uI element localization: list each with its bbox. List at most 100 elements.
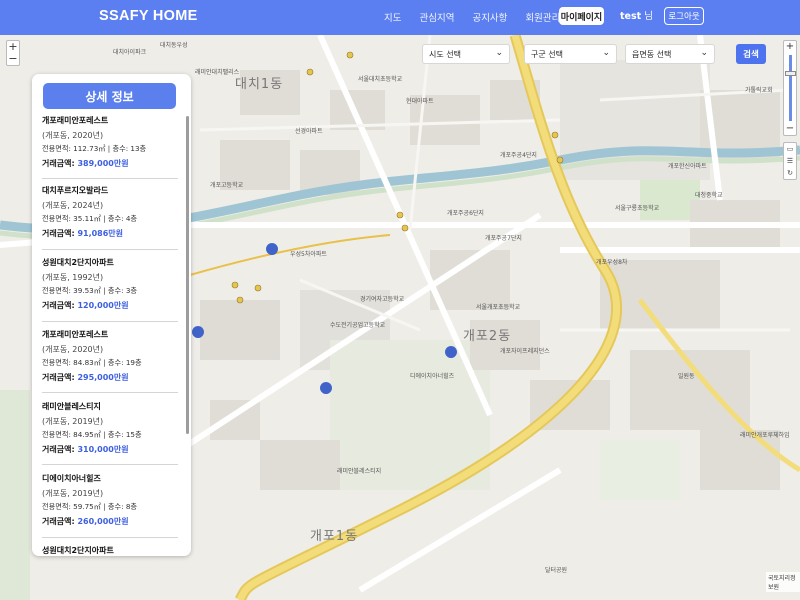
map-place-label: 일원동 [678, 373, 695, 380]
map-place-label: 가톨릭교회 [745, 87, 773, 94]
map-zoom-control: + − [6, 40, 20, 66]
apt-name: 디에이치아너힐즈 [42, 474, 101, 483]
divider [42, 537, 178, 538]
zoom-in-icon[interactable]: + [784, 41, 796, 53]
chevron-down-icon: ⌄ [602, 48, 610, 58]
dong-select[interactable]: 읍면동 선택 ⌄ [625, 44, 715, 64]
zoom-slider[interactable]: + − [783, 40, 797, 136]
apt-name: 개포래미안포레스트 [42, 330, 109, 339]
detail-panel: 상세 정보 개포래미안포레스트 (개포동, 2020년) 전용면적: 112.7… [32, 74, 191, 556]
apt-name: 개포래미안포레스트 [42, 116, 109, 125]
dong-label: 개포1동 [310, 529, 359, 544]
map-place-label: 래미안블레스티지 [337, 468, 382, 475]
logout-button[interactable]: 로그아웃 [664, 7, 704, 25]
divider [42, 464, 178, 465]
price-label: 거래금액: [42, 301, 78, 310]
gugun-select-value: 구군 선택 [531, 49, 563, 59]
panel-title: 상세 정보 [43, 83, 176, 109]
map-place-label: 서울구룡초등학교 [615, 205, 660, 212]
map-place-label: 우성5차아파트 [290, 251, 327, 258]
apt-spec: 전용면적: 59.75㎡ | 층수: 8층 [42, 502, 138, 511]
top-navbar: SSAFY HOME 지도 관심지역 공지사항 회원관리 마이페이지 test … [0, 0, 800, 35]
nav-link-interest[interactable]: 관심지역 [419, 10, 454, 24]
map-place-label: 개포자이프레지던스 [500, 348, 550, 355]
brand-logo[interactable]: SSAFY HOME [99, 8, 198, 24]
search-button[interactable]: 검색 [736, 44, 766, 64]
map-copyright: 국토지리정보원 [766, 572, 800, 592]
deal-list: 개포래미안포레스트 (개포동, 2020년) 전용면적: 112.73㎡ | 층… [32, 112, 191, 556]
sido-select[interactable]: 시도 선택 ⌄ [422, 44, 510, 64]
zoom-track [789, 55, 792, 121]
apt-price: 거래금액: 260,000만원 [42, 516, 178, 528]
apt-name: 래미안블레스티지 [42, 402, 101, 411]
zoom-out-icon[interactable]: − [784, 123, 796, 135]
apt-name: 성원대치2단지아파트 [42, 546, 114, 555]
price-label: 거래금액: [42, 229, 78, 238]
nav-link-notice[interactable]: 공지사항 [472, 10, 507, 24]
list-item[interactable]: 성원대치2단지아파트 (개포동, 1992년) 전용면적: 39.53㎡ | 층… [42, 257, 178, 312]
map-place-label: 개포우성8차 [596, 259, 628, 266]
map-place-label: 개포주공6단지 [447, 210, 484, 217]
map-tools: ▭ ☰ ↻ [783, 142, 797, 180]
apt-price: 거래금액: 389,000만원 [42, 158, 178, 170]
divider [42, 178, 178, 179]
list-item[interactable]: 개포래미안포레스트 (개포동, 2020년) 전용면적: 84.83㎡ | 층수… [42, 329, 178, 384]
gugun-select[interactable]: 구군 선택 ⌄ [524, 44, 617, 64]
divider [42, 321, 178, 322]
price-value: 389,000만원 [77, 159, 129, 168]
apt-sub: (개포동, 2019년) [42, 489, 104, 498]
user-suffix: 님 [644, 11, 653, 22]
sido-select-value: 시도 선택 [429, 49, 461, 59]
price-value: 260,000만원 [77, 517, 129, 526]
price-label: 거래금액: [42, 445, 78, 454]
map-place-label: 서울대치초등학교 [358, 76, 403, 83]
apt-spec: 전용면적: 84.95㎡ | 층수: 15층 [42, 430, 142, 439]
apt-spec: 전용면적: 35.11㎡ | 층수: 4층 [42, 214, 138, 223]
list-item[interactable]: 래미안블레스티지 (개포동, 2019년) 전용면적: 84.95㎡ | 층수:… [42, 401, 178, 456]
nav-links: 지도 관심지역 공지사항 회원관리 [384, 10, 578, 24]
apt-name: 성원대치2단지아파트 [42, 258, 114, 267]
dong-select-value: 읍면동 선택 [632, 49, 672, 59]
list-item[interactable]: 개포래미안포레스트 (개포동, 2020년) 전용면적: 112.73㎡ | 층… [42, 115, 178, 170]
price-value: 295,000만원 [77, 373, 129, 382]
apt-sub: (개포동, 2020년) [42, 345, 104, 354]
price-value: 120,000만원 [77, 301, 129, 310]
map-place-label: 대치아이파크 [113, 49, 147, 56]
map-place-label: 대치동우성 [160, 42, 188, 49]
map-place-label: 수도전기공업고등학교 [330, 322, 386, 329]
map-type-icon[interactable]: ▭ [784, 143, 796, 155]
chevron-down-icon: ⌄ [495, 48, 503, 58]
apt-spec: 전용면적: 84.83㎡ | 층수: 19층 [42, 358, 142, 367]
nav-link-map[interactable]: 지도 [384, 10, 401, 24]
map-place-label: 선경아파트 [295, 128, 323, 135]
list-item[interactable]: 성원대치2단지아파트 [42, 545, 178, 556]
map-place-label: 개포주공7단지 [485, 235, 522, 242]
mypage-button[interactable]: 마이페이지 [559, 7, 604, 25]
list-item[interactable]: 디에이치아너힐즈 (개포동, 2019년) 전용면적: 59.75㎡ | 층수:… [42, 473, 178, 528]
map-place-label: 대청중학교 [695, 192, 723, 199]
map-place-label: 디에이치아너힐즈 [410, 373, 455, 380]
price-label: 거래금액: [42, 517, 78, 526]
map-place-label: 개포고등학교 [210, 182, 244, 189]
map-place-label: 현대아파트 [406, 98, 434, 105]
list-item[interactable]: 대치푸르지오발라드 (개포동, 2024년) 전용면적: 35.11㎡ | 층수… [42, 185, 178, 240]
chevron-down-icon: ⌄ [700, 48, 708, 58]
map-place-label: 경기여자고등학교 [360, 296, 405, 303]
price-value: 310,000만원 [77, 445, 129, 454]
nav-link-members[interactable]: 회원관리 [525, 10, 560, 24]
map-place-label: 래미안대치팰리스 [195, 69, 240, 76]
zoom-knob[interactable] [785, 71, 796, 76]
apt-sub: (개포동, 1992년) [42, 273, 104, 282]
apt-name: 대치푸르지오발라드 [42, 186, 109, 195]
map-reset-icon[interactable]: ↻ [784, 167, 796, 179]
map-place-label: 개포주공4단지 [500, 152, 537, 159]
map-layer-icon[interactable]: ☰ [784, 155, 796, 167]
apt-price: 거래금액: 310,000만원 [42, 444, 178, 456]
apt-sub: (개포동, 2024년) [42, 201, 104, 210]
apt-price: 거래금액: 91,086만원 [42, 228, 178, 240]
user-greeting: test 님 [620, 8, 653, 22]
user-name: test [620, 11, 642, 22]
apt-sub: (개포동, 2020년) [42, 131, 104, 140]
divider [42, 392, 178, 393]
zoom-out-button[interactable]: − [7, 53, 19, 65]
